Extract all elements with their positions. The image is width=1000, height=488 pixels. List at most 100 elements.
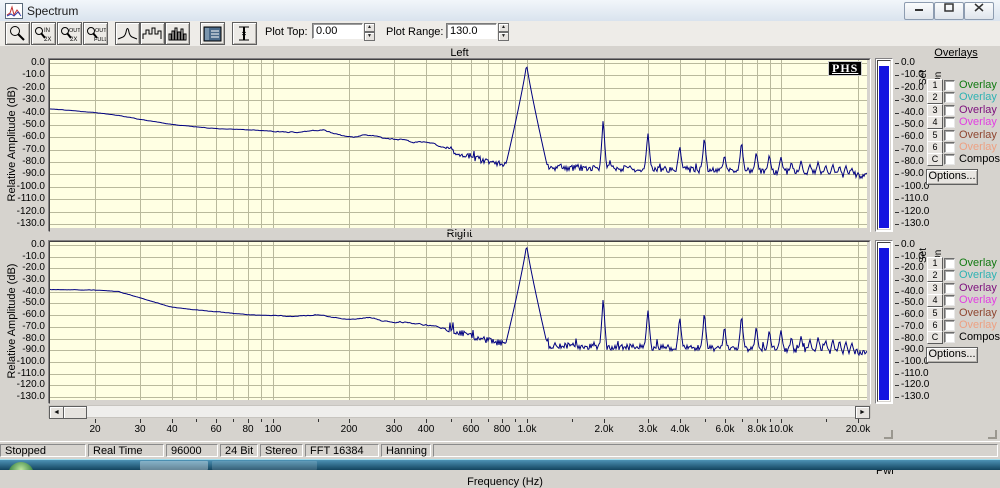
x-tick — [471, 419, 472, 423]
svg-text:2X: 2X — [44, 37, 51, 43]
plot-range-input[interactable] — [446, 23, 497, 39]
svg-text:OUT: OUT — [95, 28, 106, 34]
overlay-options-button[interactable]: Options... — [926, 347, 978, 363]
left-power-meter — [875, 58, 893, 232]
x-tick-label: 30 — [134, 425, 145, 435]
overlay-on-checkbox-c[interactable] — [944, 332, 955, 343]
overlay-on-checkbox-5[interactable] — [944, 308, 955, 319]
y-tick-label: -80.0 — [4, 157, 45, 167]
spin-up-icon[interactable]: ▲ — [498, 23, 509, 32]
meter-scale-label: -40.0 — [901, 108, 924, 118]
meter-tick — [895, 292, 899, 293]
display-options-button[interactable] — [200, 22, 225, 45]
overlay-on-checkbox-1[interactable] — [944, 80, 955, 91]
meter-tick — [895, 245, 899, 246]
x-tick — [604, 419, 605, 423]
spin-down-icon[interactable]: ▼ — [364, 32, 375, 41]
right-plot[interactable] — [48, 240, 871, 404]
overlay-on-checkbox-c[interactable] — [944, 154, 955, 165]
status-cell: Stereo — [260, 444, 303, 457]
x-tick — [781, 419, 782, 423]
y-tick-label: -100.0 — [4, 357, 45, 367]
overlay-set-button-c[interactable]: C — [927, 331, 943, 344]
x-minor-tick — [488, 419, 489, 422]
plot-top-input[interactable] — [312, 23, 363, 39]
left-spectrum-chart[interactable] — [50, 60, 867, 228]
x-tick-label: 600 — [463, 425, 480, 435]
zoom-out-full-button[interactable]: OUTFULL — [83, 22, 108, 45]
overlay-on-checkbox-3[interactable] — [944, 105, 955, 116]
y-tick-label: -60.0 — [4, 310, 45, 320]
x-tick — [172, 419, 173, 423]
scroll-thumb[interactable] — [63, 406, 87, 419]
minimize-button[interactable] — [904, 2, 934, 20]
overlay-set-button-2[interactable]: 2 — [927, 269, 943, 282]
magnifier-icon — [8, 25, 27, 42]
meter-tick — [895, 113, 899, 114]
zoom-out-2x-button[interactable]: OUT2X — [57, 22, 82, 45]
y-tick-label: -100.0 — [4, 182, 45, 192]
right-spectrum-chart[interactable] — [50, 242, 867, 400]
status-cell: 24 Bit — [220, 444, 258, 457]
phs-logo: PHS — [828, 61, 862, 76]
x-minor-tick — [196, 419, 197, 422]
spectrum-window: Spectrum IN2X OUT2X OUTFULL Plot Top: — [0, 0, 1000, 469]
x-tick — [216, 419, 217, 423]
x-tick — [140, 419, 141, 423]
x-tick — [273, 419, 274, 423]
overlay-on-checkbox-4[interactable] — [944, 117, 955, 128]
overlay-on-checkbox-2[interactable] — [944, 270, 955, 281]
plot-style-bars-button[interactable] — [165, 22, 190, 45]
meter-tick — [895, 75, 899, 76]
meter-scale-label: -70.0 — [901, 145, 924, 155]
x-minor-tick — [451, 419, 452, 422]
overlay-on-checkbox-5[interactable] — [944, 130, 955, 141]
zoom-cursor-button[interactable] — [5, 22, 30, 45]
overlay-on-checkbox-1[interactable] — [944, 258, 955, 269]
meter-tick — [895, 174, 899, 175]
overlay-set-button-4[interactable]: 4 — [927, 116, 943, 129]
scroll-left-button[interactable]: ◄ — [49, 406, 64, 419]
left-plot[interactable] — [48, 58, 871, 232]
overlay-on-checkbox-2[interactable] — [944, 92, 955, 103]
meter-tick — [895, 224, 899, 225]
zoom-in-2x-button[interactable]: IN2X — [31, 22, 56, 45]
overlay-set-button-4[interactable]: 4 — [927, 294, 943, 307]
plot-style-step-button[interactable] — [140, 22, 165, 45]
meter-tick — [895, 199, 899, 200]
meter-tick — [895, 362, 899, 363]
frequency-scrollbar[interactable]: ◄ ► — [48, 405, 871, 418]
meter-scale-label: -30.0 — [901, 275, 924, 285]
meter-scale-label: -50.0 — [901, 120, 924, 130]
plot-top-spinner[interactable]: ▲▼ — [364, 23, 375, 41]
x-tick-label: 60 — [210, 425, 221, 435]
overlay-on-checkbox-6[interactable] — [944, 320, 955, 331]
overlay-on-checkbox-6[interactable] — [944, 142, 955, 153]
meter-scale-label: -90.0 — [901, 169, 924, 179]
close-button[interactable] — [964, 2, 994, 20]
plot-style-line-button[interactable] — [115, 22, 140, 45]
maximize-button[interactable] — [934, 2, 964, 20]
x-tick — [426, 419, 427, 423]
status-cell: Hanning — [381, 444, 431, 457]
svg-text:2X: 2X — [70, 37, 77, 43]
spin-up-icon[interactable]: ▲ — [364, 23, 375, 32]
overlay-options-button[interactable]: Options... — [926, 169, 978, 185]
plot-range-spinner[interactable]: ▲▼ — [498, 23, 509, 41]
overlay-on-checkbox-4[interactable] — [944, 295, 955, 306]
overlay-label: Overlay 4 — [959, 117, 1000, 128]
meter-scale-label: -60.0 — [901, 132, 924, 142]
overlay-set-button-2[interactable]: 2 — [927, 91, 943, 104]
y-tick-label: -110.0 — [4, 194, 45, 204]
meter-tick — [895, 162, 899, 163]
scroll-right-button[interactable]: ► — [855, 406, 870, 419]
y-tick-label: -30.0 — [4, 95, 45, 105]
overlay-on-checkbox-3[interactable] — [944, 283, 955, 294]
meter-scale-label: -110.0 — [901, 369, 929, 379]
x-minor-tick — [261, 419, 262, 422]
marker-tool-button[interactable] — [232, 22, 257, 45]
meter-tick — [895, 63, 899, 64]
spin-down-icon[interactable]: ▼ — [498, 32, 509, 41]
overlay-set-button-c[interactable]: C — [927, 153, 943, 166]
status-cell: 96000 Hz — [166, 444, 218, 457]
